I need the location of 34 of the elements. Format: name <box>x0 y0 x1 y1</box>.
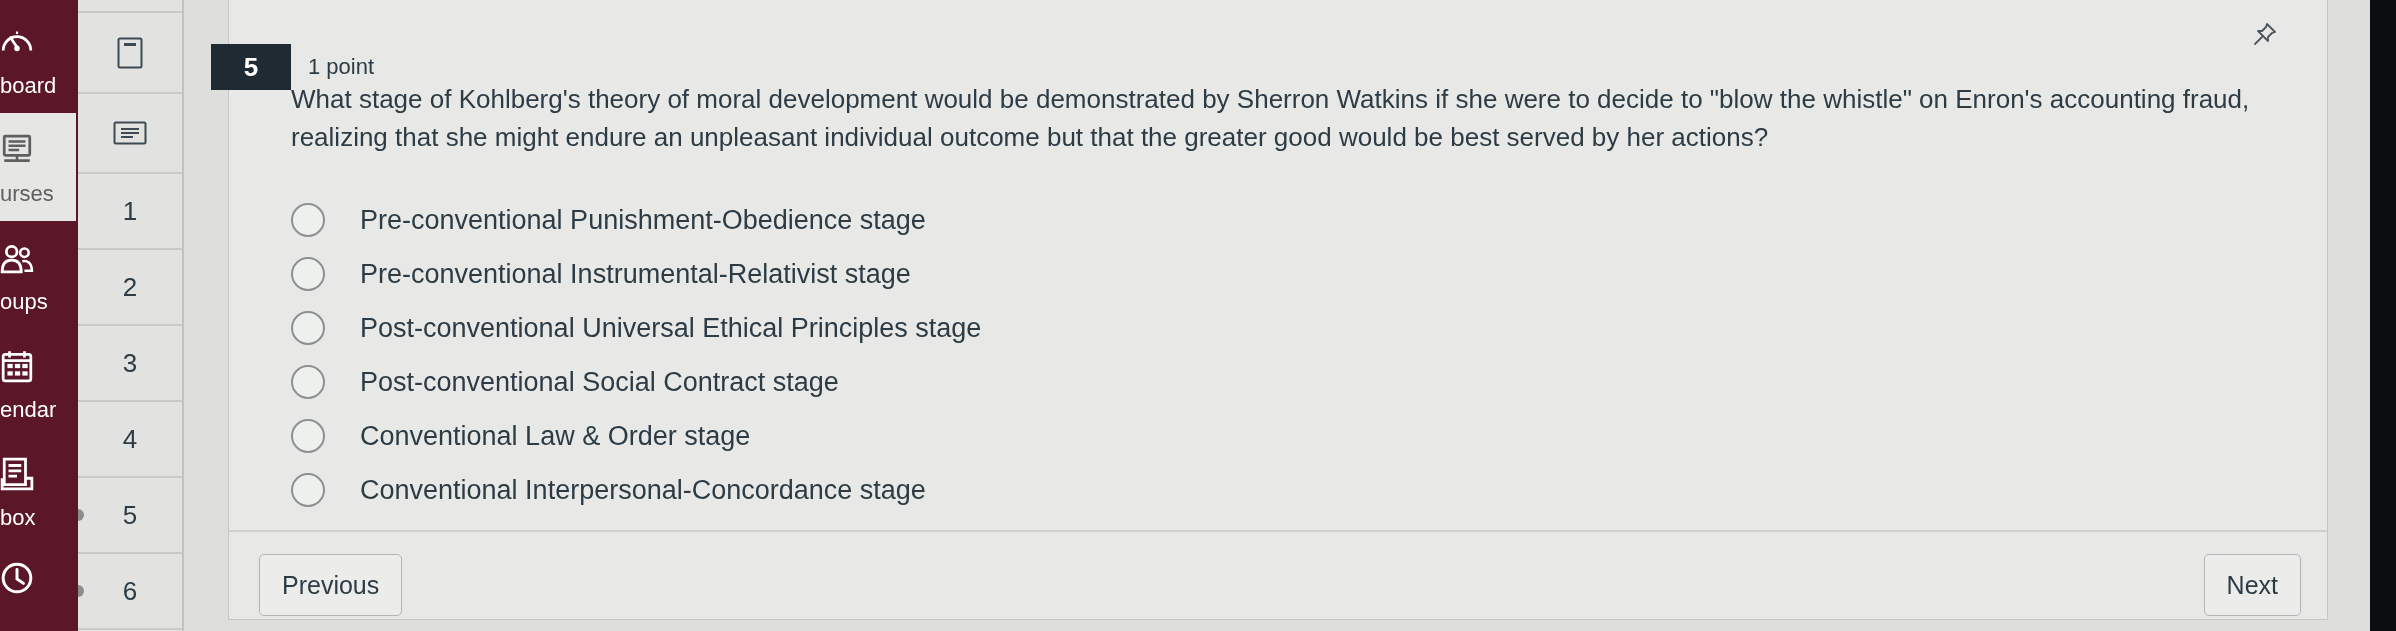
sidebar-item[interactable]: board <box>0 0 76 113</box>
radio-button[interactable] <box>291 311 325 345</box>
option-label[interactable]: Pre-conventional Instrumental-Relativist stage <box>360 258 911 290</box>
points-label: 1 point <box>308 55 375 79</box>
question-link[interactable]: 6 <box>78 554 182 630</box>
question-link[interactable]: 5 <box>78 478 182 554</box>
option-label[interactable]: Post-conventional Social Contract stage <box>360 366 839 398</box>
question-text: What stage of Kohlberg's theory of moral development would be demonstrated by Sherron Watkins if she were to decide to "blow the whistle" on Enron's accounting fraud, realizing that she might endure an unpleasant individual outcome but that the greater good would be best served by her actions? <box>291 83 2251 154</box>
radio-button[interactable] <box>291 365 325 399</box>
sidebar-item[interactable]: urses <box>0 113 76 221</box>
radio-button[interactable] <box>291 203 325 237</box>
question-number: 5 <box>211 44 291 90</box>
pin-icon[interactable] <box>2253 22 2277 46</box>
sidebar-item[interactable]: endar <box>0 329 76 437</box>
option-label[interactable]: Pre-conventional Punishment-Obedience stage <box>360 204 926 236</box>
question-link[interactable]: 1 <box>78 174 182 250</box>
note-icon <box>113 121 147 145</box>
question-link[interactable]: 4 <box>78 402 182 478</box>
option-label[interactable]: Conventional Interpersonal-Concordance stage <box>360 474 926 506</box>
radio-button[interactable] <box>291 257 325 291</box>
clock-icon <box>0 561 34 595</box>
option-label[interactable]: Post-conventional Universal Ethical Principles stage <box>360 312 982 344</box>
radio-button[interactable] <box>291 473 325 507</box>
question-link[interactable]: 2 <box>78 250 182 326</box>
previous-button[interactable]: Previous <box>259 554 403 616</box>
sidebar-item[interactable]: oups <box>0 221 76 329</box>
sidebar-item[interactable]: box <box>0 437 76 545</box>
inbox-icon <box>0 457 34 491</box>
option-label[interactable]: Conventional Law & Order stage <box>360 420 751 452</box>
document-icon <box>117 36 143 69</box>
question-link[interactable]: 3 <box>78 326 182 402</box>
radio-button[interactable] <box>291 419 325 453</box>
next-button[interactable]: Next <box>2203 554 2301 616</box>
calendar-icon <box>0 349 34 383</box>
